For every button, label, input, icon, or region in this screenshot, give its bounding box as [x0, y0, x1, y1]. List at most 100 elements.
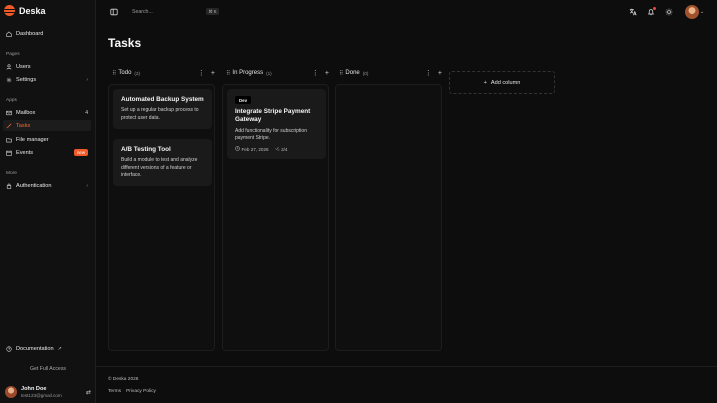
gear-icon: [6, 77, 12, 83]
card-title: A/B Testing Tool: [121, 146, 171, 153]
sidebar-item-label: Mailbox: [16, 109, 36, 116]
brand[interactable]: Deska: [4, 5, 46, 16]
task-card[interactable]: Automated Backup System Set up a regular…: [113, 89, 212, 129]
topbar-avatar[interactable]: [685, 5, 699, 19]
privacy-link[interactable]: Privacy Policy: [126, 389, 156, 394]
avatar: [5, 386, 17, 398]
sidebar-item-label: Users: [16, 63, 31, 70]
column-title: Done: [345, 70, 360, 76]
card-description: Add functionality for subscription payme…: [235, 127, 307, 141]
card-meta: Feb 27, 2026 2/4: [235, 146, 318, 152]
column-count: (0): [362, 70, 369, 76]
add-task-button[interactable]: +: [211, 70, 215, 77]
mail-icon: [6, 110, 12, 116]
plus-icon: +: [483, 79, 487, 86]
swap-icon[interactable]: ⇄: [86, 389, 91, 396]
footer-copyright: © Deska 2026: [108, 377, 139, 382]
get-full-access-button[interactable]: Get Full Access: [0, 366, 96, 372]
column-body: [335, 84, 442, 351]
sidebar-item-events[interactable]: Events new: [3, 147, 91, 158]
task-card[interactable]: Dev Integrate Stripe Payment Gateway Add…: [227, 89, 326, 160]
sidebar-item-label: Events: [16, 149, 34, 156]
page-title: Tasks: [108, 36, 142, 50]
brand-logo-icon: [4, 5, 15, 16]
notification-dot: [653, 7, 656, 10]
documentation-label: Documentation: [16, 345, 54, 352]
new-badge: new: [73, 149, 88, 156]
translate-icon[interactable]: [629, 8, 637, 16]
terms-link[interactable]: Terms: [108, 389, 121, 394]
external-link-icon: ↗: [57, 345, 62, 352]
sidebar-item-label: Settings: [16, 76, 37, 83]
user-email: test123@gmail.com: [21, 392, 62, 398]
kanban-column-done: ⠿ Done (0) ⋮ +: [335, 66, 442, 351]
column-body: Automated Backup System Set up a regular…: [108, 84, 215, 351]
card-description: Build a module to test and analyze diffe…: [121, 157, 198, 178]
sidebar-item-tasks[interactable]: Tasks: [3, 120, 91, 131]
add-column-label: Add column: [490, 79, 521, 86]
brand-name: Deska: [19, 5, 46, 16]
bell-icon[interactable]: [647, 7, 656, 16]
card-tag: Dev: [235, 96, 252, 104]
search-shortcut: ⌘ K: [206, 8, 219, 15]
drag-handle-icon[interactable]: ⠿: [339, 70, 344, 77]
drag-handle-icon[interactable]: ⠿: [112, 70, 117, 77]
more-vertical-icon[interactable]: ⋮: [425, 69, 432, 77]
user-profile[interactable]: John Doe test123@gmail.com ⇄: [5, 384, 91, 400]
chevron-down-icon[interactable]: ⌄: [700, 9, 704, 15]
sidebar-toggle-icon[interactable]: [110, 8, 118, 16]
drag-handle-icon[interactable]: ⠿: [226, 70, 231, 77]
help-circle-icon: [6, 345, 12, 352]
nav-section-pages: Pages: [6, 52, 20, 57]
card-date: Feb 27, 2026: [241, 146, 269, 152]
add-task-button[interactable]: +: [325, 70, 329, 77]
card-title: Integrate Stripe Payment Gateway: [235, 108, 311, 124]
column-title: In Progress: [232, 70, 264, 76]
more-vertical-icon[interactable]: ⋮: [198, 69, 205, 77]
more-vertical-icon[interactable]: ⋮: [312, 69, 319, 77]
chevron-right-icon: ›: [86, 182, 88, 189]
column-header: ⠿ Done (0) ⋮ +: [339, 69, 442, 78]
kanban-column-todo: ⠿ Todo (2) ⋮ + Automated Backup System S…: [108, 66, 215, 351]
column-count: (2): [134, 70, 141, 76]
folder-icon: [6, 137, 12, 143]
add-task-button[interactable]: +: [438, 70, 442, 77]
sidebar-item-users[interactable]: Users: [3, 61, 91, 72]
documentation-link[interactable]: Documentation ↗: [3, 343, 91, 354]
card-description: Set up a regular backup process to prote…: [121, 107, 199, 121]
chevron-right-icon: ›: [86, 76, 88, 83]
card-subtasks: 2/4: [281, 146, 288, 152]
clock-icon: [235, 146, 240, 152]
home-icon: [6, 31, 12, 37]
sidebar-item-authentication[interactable]: Authentication ›: [3, 180, 91, 191]
column-header: ⠿ In Progress (1) ⋮ +: [226, 69, 329, 78]
add-column-button[interactable]: + Add column: [449, 71, 555, 94]
sidebar-item-dashboard[interactable]: Dashboard: [3, 28, 91, 39]
sidebar-item-label: Dashboard: [16, 30, 44, 37]
sidebar-item-mailbox[interactable]: Mailbox 4: [3, 107, 91, 118]
column-count: (1): [266, 70, 272, 76]
column-body: Dev Integrate Stripe Payment Gateway Add…: [222, 84, 329, 351]
calendar-icon: [6, 150, 12, 156]
sidebar-item-label: Tasks: [16, 122, 31, 129]
nav-section-apps: Apps: [6, 98, 17, 103]
mailbox-count: 4: [85, 109, 88, 116]
brush-icon: [6, 123, 12, 129]
nav-section-more: More: [6, 171, 17, 176]
kanban-column-in-progress: ⠿ In Progress (1) ⋮ + Dev Integrate Stri…: [222, 66, 329, 351]
checklist-icon: [274, 146, 280, 152]
column-title: Todo: [118, 70, 132, 76]
sidebar-item-label: File manager: [16, 136, 49, 143]
card-title: Automated Backup System: [121, 96, 204, 103]
user-icon: [6, 63, 12, 70]
footer-divider: [96, 366, 717, 367]
task-card[interactable]: A/B Testing Tool Build a module to test …: [113, 139, 212, 187]
lock-icon: [6, 183, 12, 189]
sidebar-item-label: Authentication: [16, 182, 52, 189]
sidebar-item-file-manager[interactable]: File manager: [3, 134, 91, 145]
sidebar: Deska Pages Dashboard Users Settings › A…: [0, 0, 96, 403]
column-header: ⠿ Todo (2) ⋮ +: [112, 69, 215, 78]
sidebar-item-settings[interactable]: Settings ›: [3, 74, 91, 85]
footer-links: Terms Privacy Policy: [108, 389, 156, 394]
sun-icon[interactable]: [665, 8, 673, 16]
